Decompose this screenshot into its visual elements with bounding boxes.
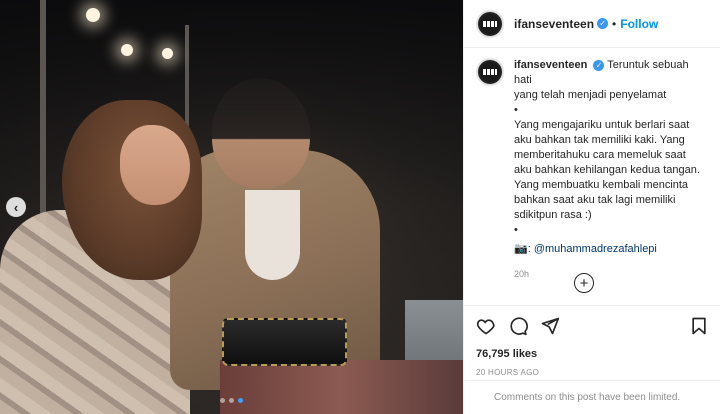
save-button[interactable] [689, 316, 709, 336]
bookmark-icon [692, 317, 706, 335]
caption-username-link[interactable]: ifanseventeen [514, 59, 587, 71]
instagram-post: ‹ ifanseventeen ✓ • Follow ifanseventeen… [0, 0, 720, 414]
avatar[interactable] [476, 9, 504, 38]
likes-count[interactable]: 76,795 likes [476, 348, 709, 360]
carousel-dot [229, 398, 234, 403]
action-icons-row [476, 314, 709, 338]
post-actions: 76,795 likes 20 HOURS AGO [464, 305, 720, 377]
man-shirt [245, 190, 300, 280]
heart-icon [476, 319, 495, 335]
caption-line: sdikitpun rasa :) [514, 209, 592, 221]
carousel-dot-active [238, 398, 243, 403]
post-photo[interactable]: ‹ [0, 0, 463, 414]
share-button[interactable] [540, 316, 560, 336]
handbag [222, 318, 347, 366]
avatar[interactable] [476, 58, 504, 86]
verified-badge-icon: ✓ [593, 60, 605, 71]
like-button[interactable] [476, 316, 496, 336]
string-light [162, 48, 173, 59]
avatar-logo-icon [480, 62, 500, 82]
post-timestamp[interactable]: 20 HOURS AGO [476, 368, 709, 377]
load-more-comments-button[interactable]: + [574, 273, 594, 293]
caption-line: aku bahkan tak memiliki kaki. Yang [514, 134, 685, 146]
camera-icon: 📷 [514, 243, 528, 255]
caption-line: • [514, 104, 518, 116]
caption-line: Yang mengajariku untuk berlari saat [514, 119, 690, 131]
string-light [86, 8, 100, 22]
plus-circle-icon: + [579, 274, 589, 292]
man-head [212, 78, 310, 188]
caption-line: Yang membuatku kembali mencinta [514, 179, 689, 191]
username-link[interactable]: ifanseventeen [514, 17, 594, 31]
follow-button[interactable]: Follow [620, 17, 658, 31]
caption-text: ifanseventeen ✓ Teruntuk sebuah hati yan… [514, 58, 704, 279]
verified-badge-icon: ✓ [597, 18, 609, 29]
carousel-indicator [220, 398, 243, 403]
caption-line: yang telah menjadi penyelamat [514, 89, 667, 101]
woman-face [120, 125, 190, 205]
string-light [121, 44, 133, 56]
caption-line: aku bahkan kehilangan kedua tangan. [514, 164, 700, 176]
caption-line: bahkan saat aku tak lagi memiliki [514, 194, 676, 206]
comments-limited-notice: Comments on this post have been limited. [464, 380, 720, 414]
caption-line: • [514, 224, 518, 236]
mention-link[interactable]: : @muhammadrezafahlepi [528, 243, 657, 255]
caption: ifanseventeen ✓ Teruntuk sebuah hati yan… [464, 48, 720, 279]
separator: • [612, 16, 617, 31]
comment-button[interactable] [508, 316, 528, 336]
share-icon [541, 317, 560, 335]
carousel-dot [220, 398, 225, 403]
post-side-panel: ifanseventeen ✓ • Follow ifanseventeen ✓ [463, 0, 720, 414]
caption-line: memberitahuku cara memeluk saat [514, 149, 686, 161]
table [220, 360, 463, 414]
post-header: ifanseventeen ✓ • Follow [464, 0, 720, 48]
caption-timestamp[interactable]: 20h [514, 267, 704, 282]
carousel-prev-button[interactable]: ‹ [6, 197, 26, 217]
chevron-left-icon: ‹ [13, 199, 19, 215]
avatar-logo-icon [480, 13, 500, 34]
comment-icon [510, 317, 528, 336]
